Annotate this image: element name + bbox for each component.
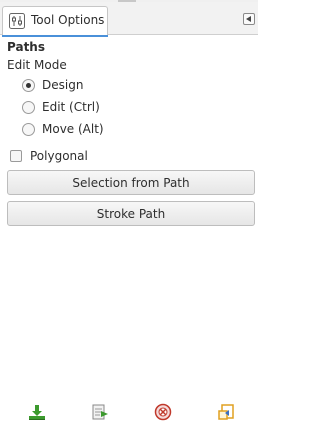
radio-button[interactable] xyxy=(22,100,35,114)
radio-label: Move (Alt) xyxy=(42,122,104,136)
tool-options-icon xyxy=(9,13,25,29)
radio-edit[interactable]: Edit (Ctrl) xyxy=(22,98,100,116)
tab-label: Tool Options xyxy=(31,13,105,27)
tab-tool-options[interactable]: Tool Options xyxy=(2,6,108,35)
polygonal-checkbox[interactable] xyxy=(10,150,22,162)
section-title: Paths xyxy=(7,40,45,54)
radio-design[interactable]: Design xyxy=(22,76,83,94)
polygonal-option[interactable]: Polygonal xyxy=(10,147,88,165)
radio-button[interactable] xyxy=(22,122,35,136)
delete-options-icon[interactable] xyxy=(153,402,173,422)
tab-menu-button[interactable] xyxy=(243,13,255,25)
radio-label: Edit (Ctrl) xyxy=(42,100,100,114)
save-options-icon[interactable] xyxy=(27,402,47,422)
tab-bar: Tool Options xyxy=(0,2,258,37)
stroke-path-button[interactable]: Stroke Path xyxy=(7,201,255,226)
tool-options-dock: Tool Options Paths Edit Mode Design Edit… xyxy=(0,0,258,428)
active-tab-indicator xyxy=(2,35,108,37)
restore-options-icon[interactable] xyxy=(90,402,110,422)
radio-button[interactable] xyxy=(22,78,35,92)
edit-mode-label: Edit Mode xyxy=(7,58,67,72)
reset-options-icon[interactable] xyxy=(216,402,236,422)
bottom-toolbar xyxy=(0,400,258,428)
selection-from-path-button[interactable]: Selection from Path xyxy=(7,170,255,195)
radio-move[interactable]: Move (Alt) xyxy=(22,120,104,138)
radio-label: Design xyxy=(42,78,84,92)
polygonal-label: Polygonal xyxy=(30,149,88,163)
